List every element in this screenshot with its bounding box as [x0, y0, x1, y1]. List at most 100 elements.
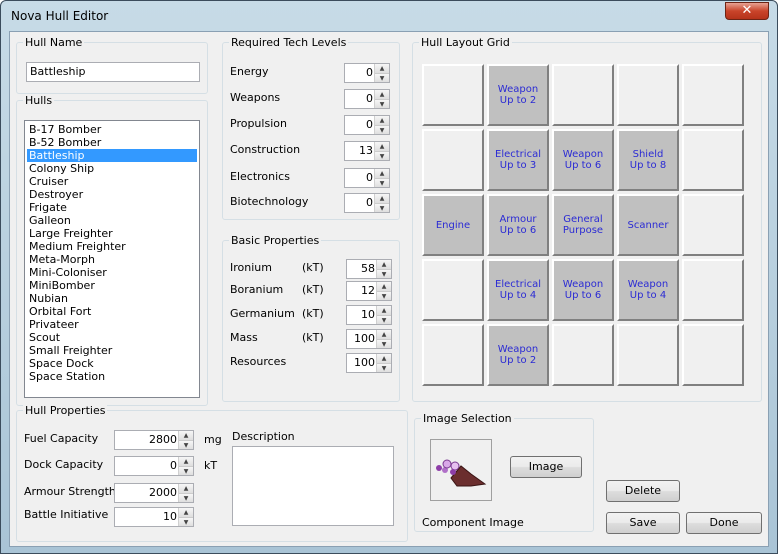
spin-up-icon[interactable]: ▲ — [375, 64, 389, 73]
spin-up-icon[interactable]: ▲ — [179, 457, 193, 466]
hull-grid-cell[interactable] — [422, 64, 484, 126]
tech-energy-spinner[interactable]: 0 ▲ ▼ — [344, 63, 390, 83]
spin-down-icon[interactable]: ▼ — [375, 178, 389, 187]
save-button[interactable]: Save — [606, 512, 680, 534]
spin-up-icon[interactable]: ▲ — [375, 116, 389, 125]
spin-up-icon[interactable]: ▲ — [377, 282, 391, 291]
title-bar[interactable]: Nova Hull Editor ✕ — [1, 1, 777, 31]
tech-construction-spinner[interactable]: 13 ▲ ▼ — [344, 141, 390, 161]
hull-grid-cell[interactable]: Electrical Up to 3 — [487, 129, 549, 191]
image-button[interactable]: Image — [510, 456, 582, 478]
spin-down-icon[interactable]: ▼ — [377, 339, 391, 348]
spin-down-icon[interactable]: ▼ — [375, 73, 389, 82]
spin-down-icon[interactable]: ▼ — [377, 291, 391, 300]
hull-list-item[interactable]: MiniBomber — [27, 279, 197, 292]
basic-germanium-spinner[interactable]: 10 ▲ ▼ — [346, 305, 392, 325]
spin-up-icon[interactable]: ▲ — [179, 431, 193, 440]
hull-list-item[interactable]: Small Freighter — [27, 344, 197, 357]
hull-grid-cell[interactable]: Weapon Up to 2 — [487, 324, 549, 386]
hull-list-item[interactable]: Meta-Morph — [27, 253, 197, 266]
hull-list-item[interactable]: Mini-Coloniser — [27, 266, 197, 279]
hull-grid-cell[interactable] — [682, 324, 744, 386]
fuel-capacity-value: 2800 — [149, 433, 177, 446]
description-input[interactable] — [232, 446, 394, 526]
hull-grid-cell[interactable]: Weapon Up to 6 — [552, 259, 614, 321]
hull-grid-cell[interactable]: Weapon Up to 2 — [487, 64, 549, 126]
hull-grid-cell[interactable] — [552, 64, 614, 126]
hull-list-item[interactable]: Nubian — [27, 292, 197, 305]
spin-up-icon[interactable]: ▲ — [179, 508, 193, 517]
hull-list-item[interactable]: Space Dock — [27, 357, 197, 370]
spin-down-icon[interactable]: ▼ — [375, 151, 389, 160]
hull-list-item[interactable]: B-52 Bomber — [27, 136, 197, 149]
spin-down-icon[interactable]: ▼ — [377, 269, 391, 278]
hull-list-item[interactable]: B-17 Bomber — [27, 123, 197, 136]
hull-grid-cell[interactable]: Shield Up to 8 — [617, 129, 679, 191]
spin-down-icon[interactable]: ▼ — [179, 466, 193, 475]
hull-grid-cell[interactable]: Scanner — [617, 194, 679, 256]
spin-down-icon[interactable]: ▼ — [377, 363, 391, 372]
hull-grid-cell[interactable]: General Purpose — [552, 194, 614, 256]
hull-grid-cell[interactable] — [617, 64, 679, 126]
spin-down-icon[interactable]: ▼ — [179, 440, 193, 449]
tech-biotechnology-spinner[interactable]: 0 ▲ ▼ — [344, 193, 390, 213]
hull-list-item[interactable]: Galleon — [27, 214, 197, 227]
spin-down-icon[interactable]: ▼ — [179, 517, 193, 526]
fuel-capacity-spinner[interactable]: 2800 ▲ ▼ — [114, 430, 194, 450]
delete-button[interactable]: Delete — [606, 480, 680, 502]
armour-strength-spinner[interactable]: 2000 ▲ ▼ — [114, 483, 194, 503]
hull-grid-cell[interactable] — [682, 194, 744, 256]
hull-list-item[interactable]: Scout — [27, 331, 197, 344]
hull-list-item[interactable]: Battleship — [27, 149, 197, 162]
hull-grid-cell[interactable] — [682, 64, 744, 126]
hull-grid-cell[interactable]: Electrical Up to 4 — [487, 259, 549, 321]
hull-grid-cell[interactable] — [682, 259, 744, 321]
done-button[interactable]: Done — [686, 512, 762, 534]
basic-mass-spinner[interactable]: 100 ▲ ▼ — [346, 329, 392, 349]
tech-electronics-spinner[interactable]: 0 ▲ ▼ — [344, 168, 390, 188]
spin-up-icon[interactable]: ▲ — [375, 90, 389, 99]
hull-list-item[interactable]: Destroyer — [27, 188, 197, 201]
spin-up-icon[interactable]: ▲ — [377, 330, 391, 339]
battle-initiative-spinner[interactable]: 10 ▲ ▼ — [114, 507, 194, 527]
spin-down-icon[interactable]: ▼ — [375, 99, 389, 108]
dock-capacity-spinner[interactable]: 0 ▲ ▼ — [114, 456, 194, 476]
hull-list-item[interactable]: Frigate — [27, 201, 197, 214]
hull-grid-cell[interactable] — [682, 129, 744, 191]
spin-down-icon[interactable]: ▼ — [375, 125, 389, 134]
spin-up-icon[interactable]: ▲ — [377, 354, 391, 363]
tech-weapons-spinner[interactable]: 0 ▲ ▼ — [344, 89, 390, 109]
spin-down-icon[interactable]: ▼ — [377, 315, 391, 324]
hull-grid-cell[interactable] — [422, 129, 484, 191]
hull-list-item[interactable]: Medium Freighter — [27, 240, 197, 253]
hull-grid-cell[interactable] — [552, 324, 614, 386]
hull-grid-cell[interactable]: Weapon Up to 4 — [617, 259, 679, 321]
tech-propulsion-spinner[interactable]: 0 ▲ ▼ — [344, 115, 390, 135]
spin-up-icon[interactable]: ▲ — [375, 142, 389, 151]
spin-down-icon[interactable]: ▼ — [375, 203, 389, 212]
spin-up-icon[interactable]: ▲ — [377, 306, 391, 315]
hull-grid-cell[interactable]: Engine — [422, 194, 484, 256]
hull-grid-cell[interactable] — [422, 259, 484, 321]
hull-list-item[interactable]: Orbital Fort — [27, 305, 197, 318]
hull-list-item[interactable]: Colony Ship — [27, 162, 197, 175]
hull-list-item[interactable]: Space Station — [27, 370, 197, 383]
hull-list-item[interactable]: Cruiser — [27, 175, 197, 188]
spin-down-icon[interactable]: ▼ — [179, 493, 193, 502]
hull-list-item[interactable]: Large Freighter — [27, 227, 197, 240]
hull-grid-cell[interactable] — [617, 324, 679, 386]
hull-grid-cell[interactable] — [422, 324, 484, 386]
hull-list-item[interactable]: Privateer — [27, 318, 197, 331]
hull-grid-cell[interactable]: Armour Up to 6 — [487, 194, 549, 256]
spin-up-icon[interactable]: ▲ — [375, 194, 389, 203]
basic-boranium-spinner[interactable]: 12 ▲ ▼ — [346, 281, 392, 301]
basic-ironium-spinner[interactable]: 58 ▲ ▼ — [346, 259, 392, 279]
hulls-list[interactable]: B-17 Bomber B-52 Bomber Battleship Colony S… — [24, 120, 200, 398]
spin-up-icon[interactable]: ▲ — [179, 484, 193, 493]
spin-up-icon[interactable]: ▲ — [377, 260, 391, 269]
close-button[interactable]: ✕ — [725, 2, 769, 20]
hull-grid-cell[interactable]: Weapon Up to 6 — [552, 129, 614, 191]
spin-up-icon[interactable]: ▲ — [375, 169, 389, 178]
hull-name-input[interactable]: Battleship — [26, 62, 200, 82]
basic-resources-spinner[interactable]: 100 ▲ ▼ — [346, 353, 392, 373]
